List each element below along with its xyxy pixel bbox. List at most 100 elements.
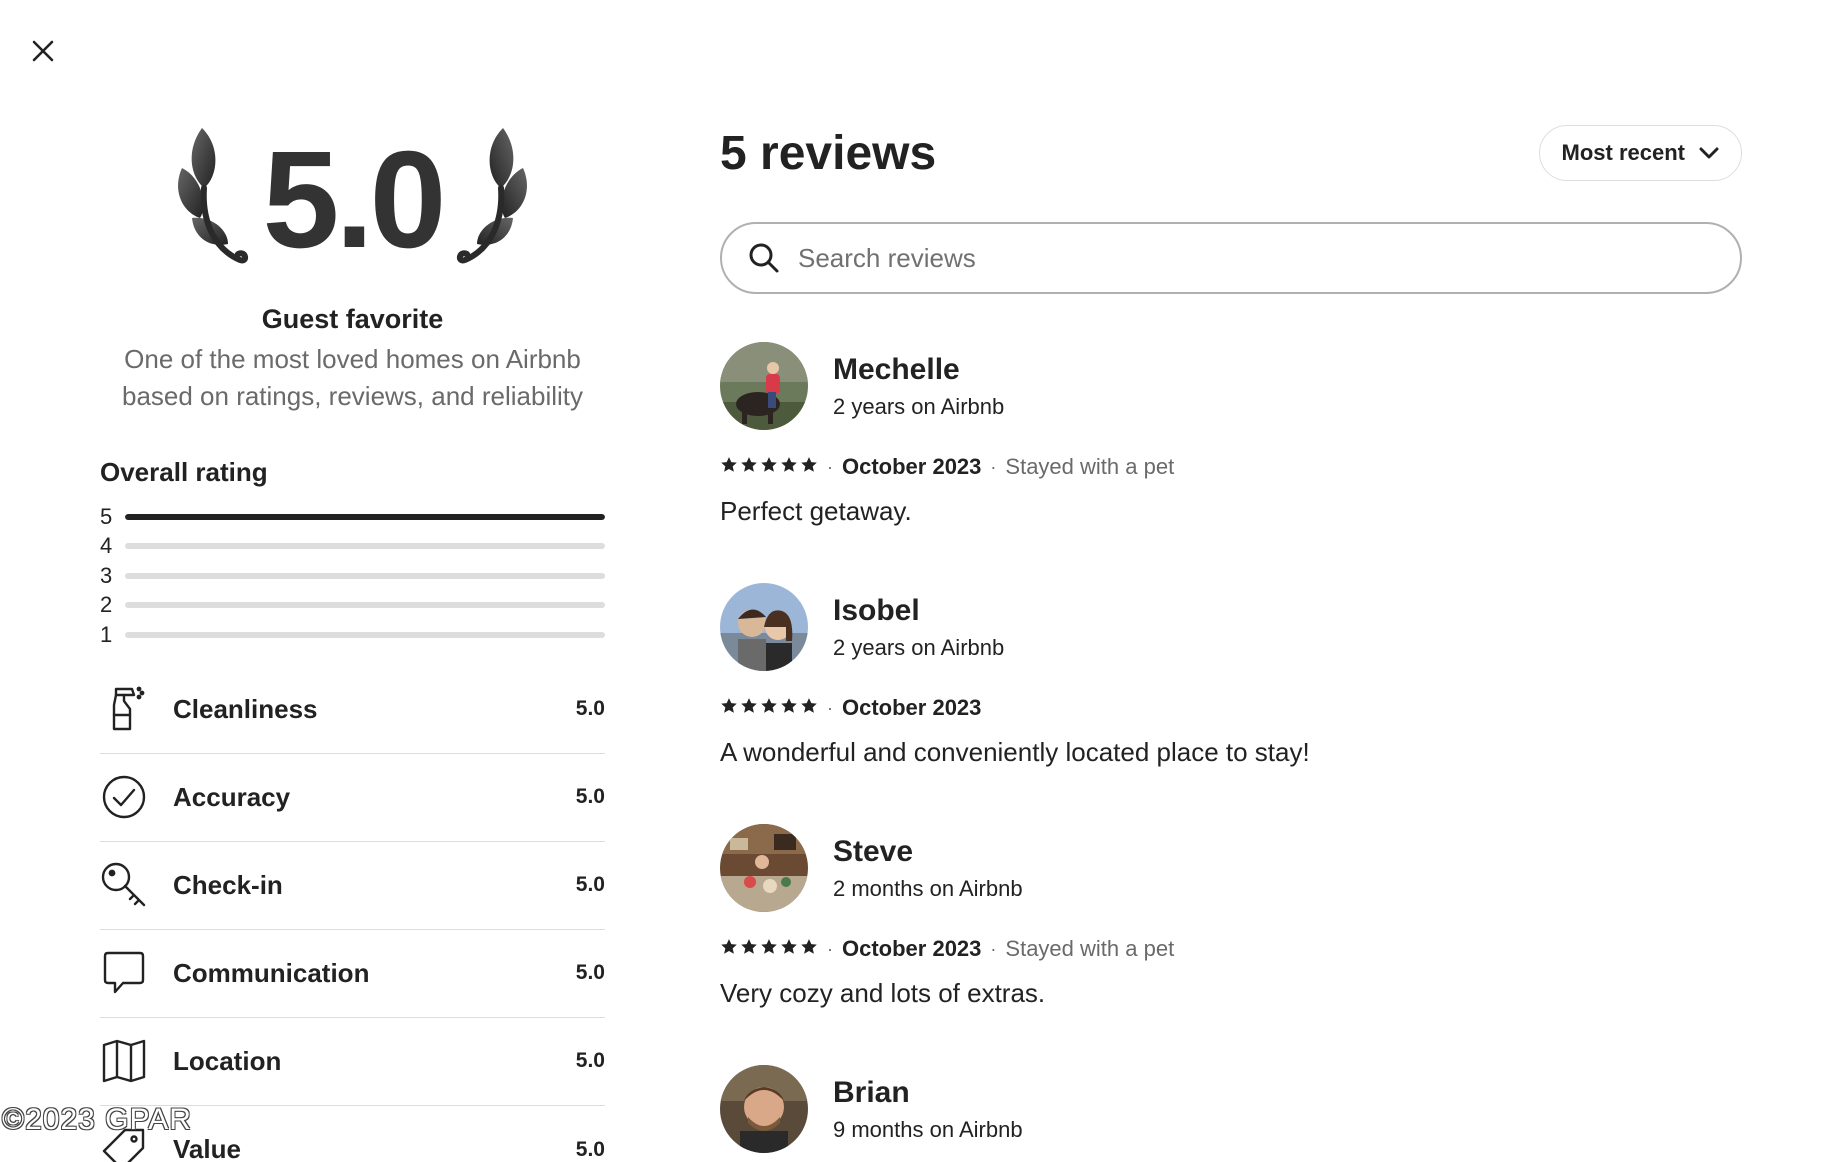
map-icon <box>100 1037 148 1085</box>
review-header: Steve 2 months on Airbnb <box>720 824 1742 912</box>
reviewer-tenure: 2 years on Airbnb <box>833 393 1005 419</box>
star-icon <box>760 936 778 962</box>
review-header: Mechelle 2 years on Airbnb <box>720 342 1742 430</box>
category-ratings: Cleanliness 5.0 Accuracy 5.0 Check-in 5.… <box>100 666 605 1162</box>
sort-label: Most recent <box>1561 140 1685 165</box>
reviewer-info: Mechelle 2 years on Airbnb <box>833 353 1004 420</box>
star-rating <box>720 936 818 962</box>
overall-rating-title: Overall rating <box>100 457 268 487</box>
avatar[interactable] <box>720 583 808 671</box>
star-icon <box>720 695 738 721</box>
reviewer-name[interactable]: Mechelle <box>833 353 1004 387</box>
review-meta: · October 2023 · Stayed with a pet <box>720 936 1742 962</box>
star-icon <box>720 936 738 962</box>
rating-bar-fill <box>125 513 605 520</box>
laurel-right-icon <box>457 128 527 264</box>
reviewer-tenure: 9 months on Airbnb <box>833 1116 1023 1142</box>
search-input[interactable] <box>798 242 1740 274</box>
review-text: A wonderful and conveniently located pla… <box>720 737 1310 767</box>
category-value: 5.0 <box>575 873 605 896</box>
category-label: Cleanliness <box>173 693 318 724</box>
rating-bar-track <box>125 543 605 550</box>
review-item: Mechelle 2 years on Airbnb · October 202… <box>720 342 1742 527</box>
rating-bar-track <box>125 631 605 638</box>
review-item: Isobel 2 years on Airbnb · October 2023 … <box>720 583 1742 768</box>
review-stay-note: Stayed with a pet <box>1005 936 1175 961</box>
rating-bar-row: 3 <box>100 561 605 591</box>
star-icon <box>780 936 798 962</box>
rating-hero: 5.0 <box>100 110 605 290</box>
rating-bar-row: 4 <box>100 532 605 562</box>
rating-bar-row: 2 <box>100 591 605 621</box>
avatar[interactable] <box>720 342 808 430</box>
separator-dot: · <box>827 938 833 959</box>
star-icon <box>740 936 758 962</box>
star-icon <box>800 936 818 962</box>
reviewer-name[interactable]: Isobel <box>833 594 1004 628</box>
sort-dropdown[interactable]: Most recent <box>1538 125 1742 181</box>
copyright-watermark: ©2023 GPAR <box>2 1103 192 1136</box>
laurel-left-icon <box>178 128 248 264</box>
close-icon <box>32 40 54 62</box>
star-rating <box>720 454 818 480</box>
reviewer-name[interactable]: Brian <box>833 1076 1023 1110</box>
category-label: Location <box>173 1045 282 1076</box>
reviewer-name[interactable]: Steve <box>833 835 1023 869</box>
key-icon <box>100 861 148 909</box>
review-text: Very cozy and lots of extras. <box>720 978 1046 1008</box>
review-date: October 2023 <box>842 454 982 479</box>
review-meta: · October 2023 <box>720 695 1742 721</box>
star-icon <box>800 454 818 480</box>
category-cleanliness: Cleanliness 5.0 <box>100 666 605 754</box>
reviewer-tenure: 2 years on Airbnb <box>833 634 1005 660</box>
review-item: Brian 9 months on Airbnb <box>720 1065 1742 1153</box>
category-check-in: Check-in 5.0 <box>100 842 605 930</box>
category-communication: Communication 5.0 <box>100 930 605 1018</box>
guest-favorite-line-1: One of the most loved homes on Airbnb <box>124 344 581 374</box>
rating-bar-row: 5 <box>100 502 605 532</box>
separator-dot: · <box>827 456 833 477</box>
close-button[interactable] <box>26 34 60 68</box>
search-reviews-field[interactable] <box>720 222 1742 294</box>
rating-distribution: 5 4 3 2 1 <box>100 502 605 650</box>
separator-dot: · <box>990 938 997 959</box>
reviews-panel: 5 reviews Most recent Search reviews Mec… <box>720 120 1742 1153</box>
category-value: 5.0 <box>575 785 605 808</box>
reviewer-tenure: 2 months on Airbnb <box>833 875 1023 901</box>
star-rating <box>720 695 818 721</box>
rating-bar-label: 1 <box>100 621 113 647</box>
separator-dot: · <box>827 697 833 718</box>
reviews-count-title: 5 reviews <box>720 126 937 180</box>
category-accuracy: Accuracy 5.0 <box>100 754 605 842</box>
reviewer-info: Isobel 2 years on Airbnb <box>833 594 1004 661</box>
avatar[interactable] <box>720 1065 808 1153</box>
category-label: Check-in <box>173 869 283 900</box>
review-meta: · October 2023 · Stayed with a pet <box>720 454 1742 480</box>
rating-bar-label: 5 <box>100 503 113 529</box>
chat-bubble-icon <box>100 949 148 997</box>
star-icon <box>740 695 758 721</box>
star-icon <box>720 454 738 480</box>
reviewer-info: Steve 2 months on Airbnb <box>833 835 1023 902</box>
star-icon <box>800 695 818 721</box>
overall-score: 5.0 <box>262 123 447 277</box>
rating-bar-row: 1 <box>100 620 605 650</box>
star-icon <box>780 454 798 480</box>
star-icon <box>780 695 798 721</box>
rating-bar-label: 2 <box>100 592 113 618</box>
review-date: October 2023 <box>842 936 982 961</box>
rating-bar-track <box>125 572 605 579</box>
review-stay-note: Stayed with a pet <box>1005 454 1175 479</box>
rating-bar-track <box>125 602 605 609</box>
category-value: 5.0 <box>575 961 605 984</box>
category-location: Location 5.0 <box>100 1018 605 1106</box>
star-icon <box>760 454 778 480</box>
category-label: Accuracy <box>173 781 291 812</box>
chevron-down-icon <box>1699 147 1719 159</box>
review-date: October 2023 <box>842 695 982 720</box>
review-text: Perfect getaway. <box>720 496 912 526</box>
category-value-number: 5.0 <box>575 1137 605 1161</box>
avatar[interactable] <box>720 824 808 912</box>
guest-favorite-description: One of the most loved homes on Airbnb ba… <box>100 341 605 415</box>
guest-favorite-title: Guest favorite <box>261 304 444 334</box>
